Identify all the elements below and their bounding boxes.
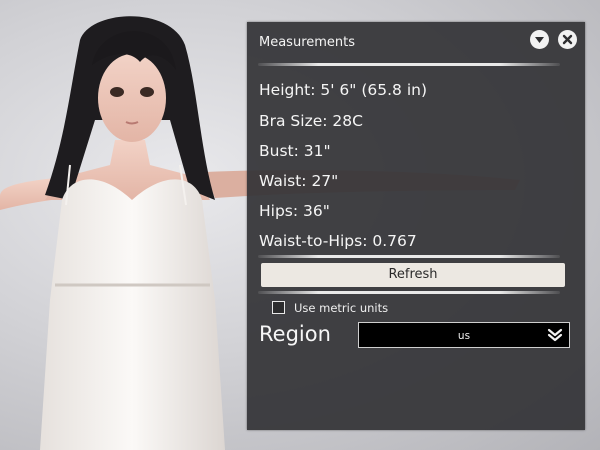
bra-size-stat: Bra Size: 28C <box>259 112 363 130</box>
refresh-button[interactable]: Refresh <box>261 263 565 287</box>
divider <box>258 255 560 258</box>
close-icon <box>562 34 573 45</box>
minimize-button[interactable] <box>530 30 549 49</box>
bust-stat: Bust: 31" <box>259 142 331 160</box>
height-stat: Height: 5' 6" (65.8 in) <box>259 81 428 99</box>
waist-stat: Waist: 27" <box>259 172 339 190</box>
waist-to-hips-stat: Waist-to-Hips: 0.767 <box>259 232 417 250</box>
metric-units-label: Use metric units <box>294 301 389 315</box>
panel-title: Measurements <box>259 35 356 50</box>
divider <box>258 291 560 294</box>
region-label: Region <box>259 322 331 346</box>
chevron-down-icon <box>535 37 544 43</box>
region-dropdown[interactable]: us <box>358 322 570 348</box>
divider <box>258 63 560 66</box>
close-button[interactable] <box>558 30 577 49</box>
metric-units-checkbox[interactable] <box>272 301 285 314</box>
region-selected-value: us <box>457 330 471 342</box>
hips-stat: Hips: 36" <box>259 202 330 220</box>
measurements-panel: Measurements Height: 5' 6" (65.8 in) Bra… <box>247 22 585 430</box>
double-chevron-down-icon <box>547 328 563 342</box>
